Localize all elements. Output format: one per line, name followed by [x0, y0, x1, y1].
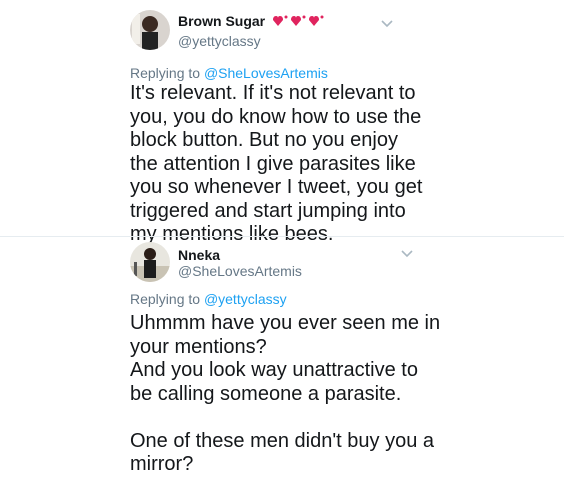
tweet-nneka: Nneka @SheLovesArtemis Replying to @yett… — [0, 236, 564, 475]
display-name[interactable]: Brown Sugar — [178, 13, 326, 31]
handle[interactable]: @SheLovesArtemis — [178, 263, 302, 279]
display-name-text: Brown Sugar — [178, 13, 266, 29]
tweet-brown-sugar: Brown Sugar @yettyclassy Replying to @Sh… — [0, 0, 564, 245]
mention-link[interactable]: @yettyclassy — [204, 291, 287, 307]
handle[interactable]: @yettyclassy — [178, 33, 261, 49]
avatar[interactable] — [130, 10, 170, 50]
display-name[interactable]: Nneka — [178, 247, 220, 263]
replying-to-label: Replying to — [130, 65, 204, 81]
chevron-down-icon[interactable] — [380, 16, 396, 28]
tweet-text: It's relevant. If it's not relevant to y… — [130, 82, 423, 245]
avatar[interactable] — [130, 242, 170, 282]
replying-to: Replying to @SheLovesArtemis — [130, 65, 328, 81]
replying-to: Replying to @yettyclassy — [130, 291, 287, 307]
mention-link[interactable]: @SheLovesArtemis — [204, 65, 328, 81]
replying-to-label: Replying to — [130, 291, 204, 307]
heart-decor-icon — [272, 14, 326, 31]
chevron-down-icon[interactable] — [400, 246, 416, 258]
